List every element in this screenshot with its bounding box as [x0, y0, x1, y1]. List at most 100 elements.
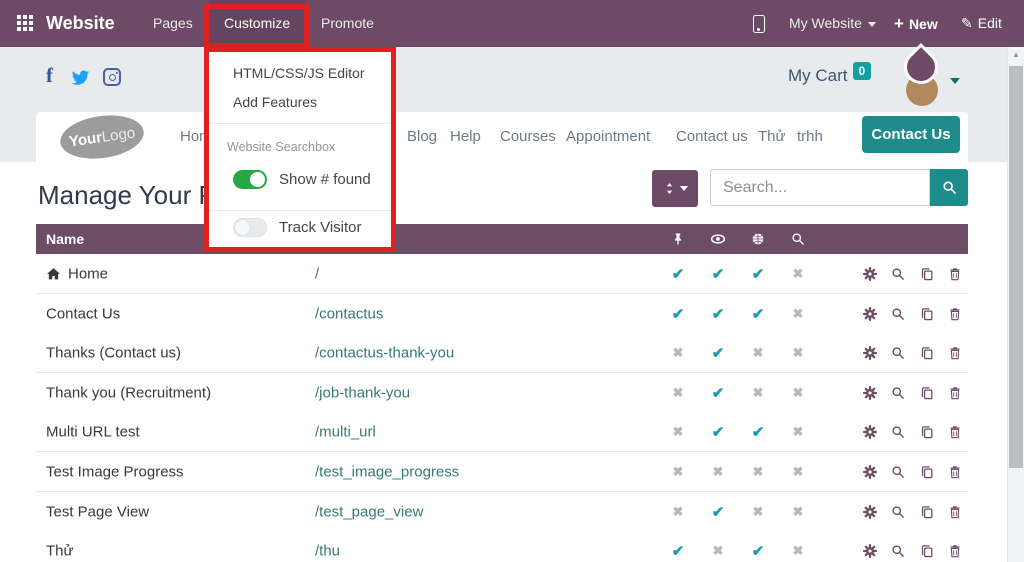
settings-gear-icon[interactable] [862, 306, 878, 322]
globe-column-icon[interactable] [751, 232, 765, 246]
settings-gear-icon[interactable] [862, 504, 878, 520]
clone-copy-icon[interactable] [920, 306, 935, 321]
mobile-preview-icon[interactable] [753, 15, 765, 33]
page-url[interactable]: /contactus [315, 305, 383, 322]
delete-trash-icon[interactable] [948, 386, 962, 400]
settings-gear-icon[interactable] [862, 543, 878, 559]
delete-trash-icon[interactable] [948, 346, 962, 360]
pin-flag[interactable]: ✔ [672, 305, 685, 323]
pin-flag[interactable]: ✖ [673, 345, 684, 361]
page-url[interactable]: /contactus-thank-you [315, 344, 454, 361]
nav-link-help[interactable]: Help [450, 128, 481, 145]
globe-flag[interactable]: ✖ [753, 385, 764, 401]
search-flag[interactable]: ✖ [793, 504, 804, 520]
pin-flag[interactable]: ✖ [673, 464, 684, 480]
eye-flag[interactable]: ✔ [712, 384, 725, 402]
delete-trash-icon[interactable] [948, 544, 962, 558]
pin-flag[interactable]: ✖ [673, 385, 684, 401]
globe-flag[interactable]: ✖ [753, 504, 764, 520]
nav-link-blog[interactable]: Blog [407, 128, 437, 145]
nav-link-appointment[interactable]: Appointment [566, 128, 650, 145]
settings-gear-icon[interactable] [862, 424, 878, 440]
toggle-switch-icon[interactable] [233, 170, 267, 189]
my-cart-link[interactable]: My Cart 0 [788, 62, 872, 86]
globe-flag[interactable]: ✖ [753, 464, 764, 480]
delete-trash-icon[interactable] [948, 267, 962, 281]
preview-magnifier-icon[interactable] [891, 465, 905, 479]
search-flag[interactable]: ✖ [793, 464, 804, 480]
eye-flag[interactable]: ✔ [712, 305, 725, 323]
search-flag[interactable]: ✖ [793, 424, 804, 440]
preview-magnifier-icon[interactable] [891, 267, 905, 281]
search-flag[interactable]: ✖ [793, 266, 804, 282]
settings-gear-icon[interactable] [862, 345, 878, 361]
preview-magnifier-icon[interactable] [891, 505, 905, 519]
nav-link-thử[interactable]: Thử [758, 128, 786, 145]
pin-flag[interactable]: ✔ [672, 265, 685, 283]
clone-copy-icon[interactable] [920, 345, 935, 360]
scrollbar[interactable]: ▲ [1007, 47, 1024, 562]
eye-flag[interactable]: ✔ [712, 265, 725, 283]
edit-button[interactable]: ✎ Edit [961, 0, 1002, 47]
toggle-track-visitor[interactable]: Track Visitor [233, 218, 362, 237]
delete-trash-icon[interactable] [948, 505, 962, 519]
preview-magnifier-icon[interactable] [891, 386, 905, 400]
scroll-thumb[interactable] [1009, 66, 1023, 468]
contact-us-button[interactable]: Contact Us [862, 116, 960, 153]
pin-flag[interactable]: ✖ [673, 504, 684, 520]
settings-gear-icon[interactable] [862, 385, 878, 401]
settings-gear-icon[interactable] [862, 266, 878, 282]
pin-flag[interactable]: ✔ [672, 542, 685, 560]
dropdown-item-html-editor[interactable]: HTML/CSS/JS Editor [233, 65, 364, 81]
eye-flag[interactable]: ✖ [713, 464, 724, 480]
delete-trash-icon[interactable] [948, 425, 962, 439]
pin-flag[interactable]: ✖ [673, 424, 684, 440]
app-switcher-icon[interactable] [17, 15, 33, 31]
clone-copy-icon[interactable] [920, 464, 935, 479]
menu-customize[interactable]: Customize [209, 0, 306, 47]
search-column-icon[interactable] [791, 232, 805, 246]
user-avatar[interactable] [896, 42, 949, 108]
page-url[interactable]: /multi_url [315, 423, 376, 440]
search-flag[interactable]: ✖ [793, 543, 804, 559]
clone-copy-icon[interactable] [920, 543, 935, 558]
eye-flag[interactable]: ✖ [713, 543, 724, 559]
eye-flag[interactable]: ✔ [712, 503, 725, 521]
globe-flag[interactable]: ✔ [752, 265, 765, 283]
scroll-up-icon[interactable]: ▲ [1008, 50, 1024, 59]
eye-column-icon[interactable] [710, 231, 727, 248]
search-input[interactable] [710, 169, 930, 206]
menu-pages[interactable]: Pages [153, 0, 193, 47]
globe-flag[interactable]: ✔ [752, 423, 765, 441]
preview-magnifier-icon[interactable] [891, 544, 905, 558]
nav-link-trhh[interactable]: trhh [797, 128, 823, 145]
sort-button[interactable] [652, 170, 698, 207]
globe-flag[interactable]: ✔ [752, 542, 765, 560]
search-flag[interactable]: ✖ [793, 306, 804, 322]
menu-promote[interactable]: Promote [321, 0, 374, 47]
toggle-show-found[interactable]: Show # found [233, 170, 371, 189]
clone-copy-icon[interactable] [920, 504, 935, 519]
avatar-caret-icon[interactable] [950, 78, 960, 84]
twitter-icon[interactable] [71, 68, 90, 92]
search-flag[interactable]: ✖ [793, 385, 804, 401]
nav-link-courses[interactable]: Courses [500, 128, 556, 145]
nav-link-contact-us[interactable]: Contact us [676, 128, 748, 145]
page-url[interactable]: /test_image_progress [315, 463, 459, 480]
clone-copy-icon[interactable] [920, 424, 935, 439]
clone-copy-icon[interactable] [920, 266, 935, 281]
eye-flag[interactable]: ✔ [712, 423, 725, 441]
preview-magnifier-icon[interactable] [891, 346, 905, 360]
page-url[interactable]: /job-thank-you [315, 384, 410, 401]
delete-trash-icon[interactable] [948, 465, 962, 479]
new-button[interactable]: + New [894, 0, 938, 47]
dropdown-item-add-features[interactable]: Add Features [233, 94, 317, 110]
facebook-icon[interactable]: f [46, 63, 53, 88]
website-selector[interactable]: My Website [789, 0, 876, 47]
clone-copy-icon[interactable] [920, 385, 935, 400]
preview-magnifier-icon[interactable] [891, 307, 905, 321]
page-url[interactable]: /test_page_view [315, 503, 423, 520]
page-url[interactable]: / [315, 265, 319, 282]
search-button[interactable] [930, 169, 968, 206]
toggle-switch-icon[interactable] [233, 218, 267, 237]
